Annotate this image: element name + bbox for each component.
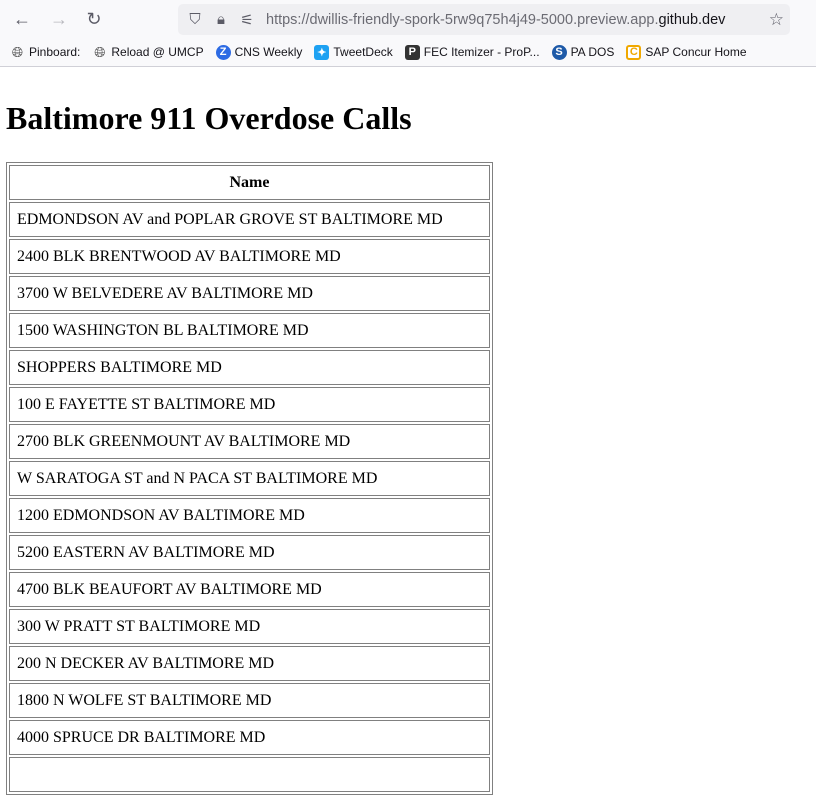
table-row: 1800 N WOLFE ST BALTIMORE MD (9, 683, 490, 718)
table-row: 4700 BLK BEAUFORT AV BALTIMORE MD (9, 572, 490, 607)
calls-table: Name EDMONDSON AV and POPLAR GROVE ST BA… (6, 162, 493, 795)
bookmark-star-icon[interactable]: ☆ (769, 10, 784, 30)
bookmark-label: PA DOS (570, 45, 615, 59)
cell-name: 1500 WASHINGTON BL BALTIMORE MD (9, 313, 490, 348)
cell-name: EDMONDSON AV and POPLAR GROVE ST BALTIMO… (9, 202, 490, 237)
cell-name: 1200 EDMONDSON AV BALTIMORE MD (9, 498, 490, 533)
propublica-icon: P (404, 44, 420, 60)
tweetdeck-icon: ✦ (314, 44, 330, 60)
z-icon: Z (215, 44, 231, 60)
cell-name: 200 N DECKER AV BALTIMORE MD (9, 646, 490, 681)
cell-name: 2400 BLK BRENTWOOD AV BALTIMORE MD (9, 239, 490, 274)
table-row: 2700 BLK GREENMOUNT AV BALTIMORE MD (9, 424, 490, 459)
permissions-icon[interactable]: ⚟ (238, 11, 256, 29)
table-row: 4000 SPRUCE DR BALTIMORE MD (9, 720, 490, 755)
table-row (9, 757, 490, 792)
url-domain: github.dev (658, 11, 726, 28)
page-content: Baltimore 911 Overdose Calls Name EDMOND… (0, 100, 816, 795)
url-bar[interactable]: ⛉ 🔒︎ ⚟ https://dwillis-friendly-spork-5r… (178, 4, 790, 35)
bookmark-label: Reload @ UMCP (111, 45, 204, 59)
cell-name: SHOPPERS BALTIMORE MD (9, 350, 490, 385)
bookmark-pa-dos[interactable]: S PA DOS (551, 44, 615, 60)
cell-name: 5200 EASTERN AV BALTIMORE MD (9, 535, 490, 570)
table-row: 5200 EASTERN AV BALTIMORE MD (9, 535, 490, 570)
concur-icon: C (626, 44, 642, 60)
table-row: EDMONDSON AV and POPLAR GROVE ST BALTIMO… (9, 202, 490, 237)
cell-name: 3700 W BELVEDERE AV BALTIMORE MD (9, 276, 490, 311)
bookmark-fec-itemizer[interactable]: P FEC Itemizer - ProP... (404, 44, 540, 60)
browser-toolbar: ← → ↻ ⛉ 🔒︎ ⚟ https://dwillis-friendly-sp… (0, 0, 816, 38)
bookmark-label: CNS Weekly (234, 45, 303, 59)
bookmark-sap-concur[interactable]: C SAP Concur Home (626, 44, 747, 60)
table-row: 2400 BLK BRENTWOOD AV BALTIMORE MD (9, 239, 490, 274)
url-host-prefix: https://dwillis-friendly-spork-5rw9q75h4… (266, 11, 659, 28)
table-row: 100 E FAYETTE ST BALTIMORE MD (9, 387, 490, 422)
bookmark-cns-weekly[interactable]: Z CNS Weekly (215, 44, 303, 60)
globe-icon: 🌐︎ (11, 43, 24, 60)
column-header-name: Name (9, 165, 490, 200)
table-row: 3700 W BELVEDERE AV BALTIMORE MD (9, 276, 490, 311)
url-text[interactable]: https://dwillis-friendly-spork-5rw9q75h4… (266, 12, 725, 28)
reload-icon[interactable]: ↻ (84, 9, 104, 29)
bookmark-label: Pinboard: (29, 45, 81, 59)
back-icon[interactable]: ← (12, 9, 32, 29)
cell-name: 4700 BLK BEAUFORT AV BALTIMORE MD (9, 572, 490, 607)
lock-icon[interactable]: 🔒︎ (212, 11, 230, 28)
cell-name: 2700 BLK GREENMOUNT AV BALTIMORE MD (9, 424, 490, 459)
bookmark-label: FEC Itemizer - ProP... (423, 45, 540, 59)
cell-name (9, 757, 490, 792)
table-row: SHOPPERS BALTIMORE MD (9, 350, 490, 385)
page-title: Baltimore 911 Overdose Calls (6, 100, 412, 136)
table-row: 200 N DECKER AV BALTIMORE MD (9, 646, 490, 681)
cell-name: 4000 SPRUCE DR BALTIMORE MD (9, 720, 490, 755)
bookmark-label: TweetDeck (333, 45, 393, 59)
bookmark-pinboard[interactable]: 🌐︎ Pinboard: (10, 43, 81, 60)
cell-name: 100 E FAYETTE ST BALTIMORE MD (9, 387, 490, 422)
shield-icon[interactable]: ⛉ (186, 11, 204, 28)
cell-name: 300 W PRATT ST BALTIMORE MD (9, 609, 490, 644)
bookmark-label: SAP Concur Home (645, 45, 747, 59)
pados-icon: S (551, 44, 567, 60)
bookmark-tweetdeck[interactable]: ✦ TweetDeck (314, 44, 393, 60)
table-row: 1500 WASHINGTON BL BALTIMORE MD (9, 313, 490, 348)
globe-icon: 🌐︎ (94, 43, 106, 60)
bookmark-reload-umcp[interactable]: 🌐︎ Reload @ UMCP (92, 43, 204, 60)
forward-icon[interactable]: → (49, 9, 69, 29)
table-row: 300 W PRATT ST BALTIMORE MD (9, 609, 490, 644)
bookmarks-bar: 🌐︎ Pinboard: 🌐︎ Reload @ UMCP Z CNS Weekly … (0, 38, 816, 67)
table-row: 1200 EDMONDSON AV BALTIMORE MD (9, 498, 490, 533)
table-row: W SARATOGA ST and N PACA ST BALTIMORE MD (9, 461, 490, 496)
cell-name: 1800 N WOLFE ST BALTIMORE MD (9, 683, 490, 718)
cell-name: W SARATOGA ST and N PACA ST BALTIMORE MD (9, 461, 490, 496)
